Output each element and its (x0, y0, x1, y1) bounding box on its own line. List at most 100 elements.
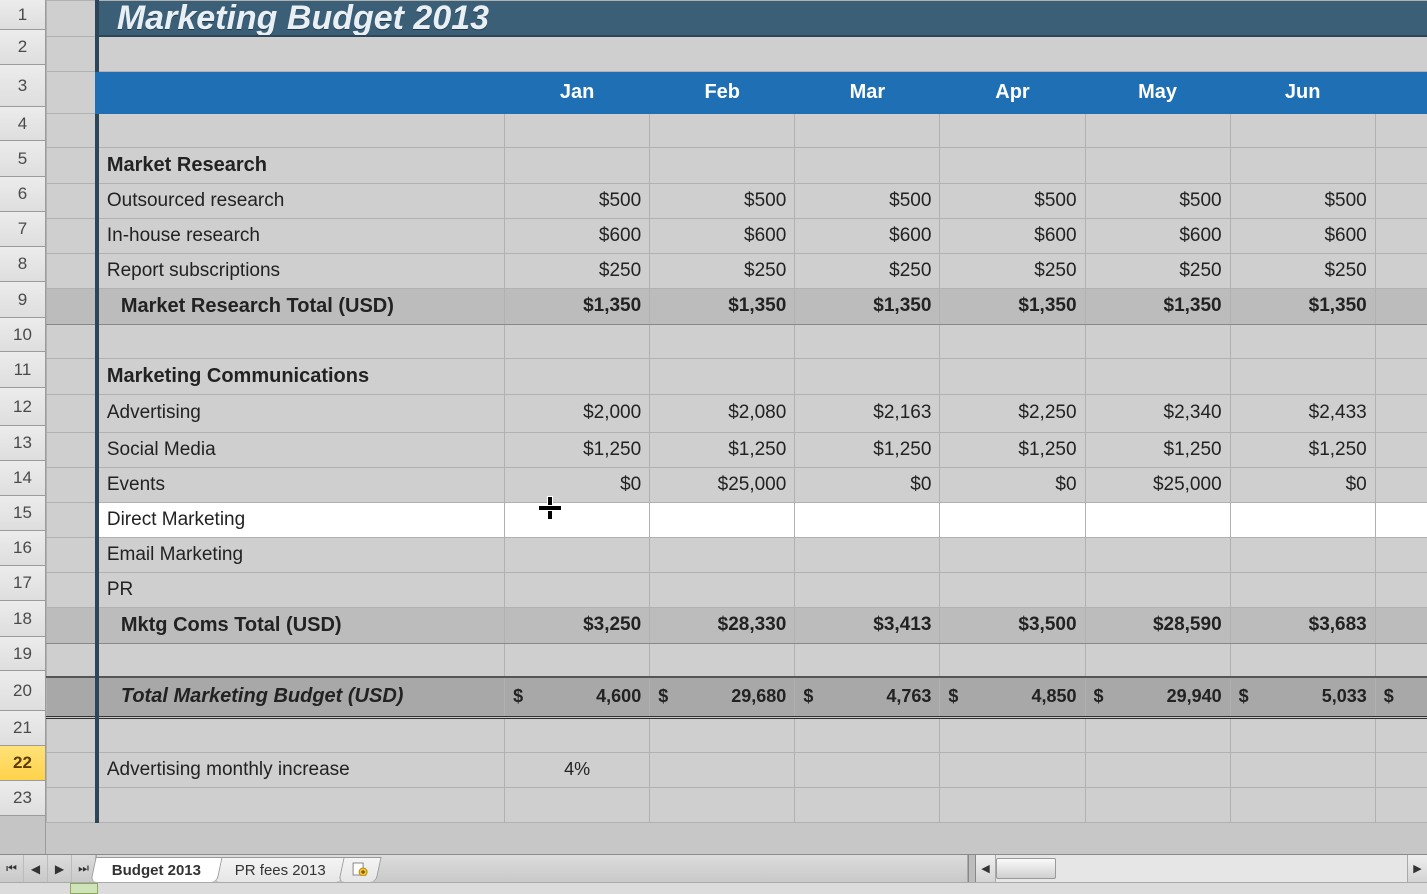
cell[interactable]: $600 (940, 218, 1085, 253)
cell[interactable]: $1,350 (505, 288, 650, 324)
cell[interactable] (650, 358, 795, 394)
cell[interactable] (97, 717, 505, 752)
row-header-9[interactable]: 9 (0, 282, 45, 318)
cell[interactable] (650, 643, 795, 677)
cell[interactable]: $1,350 (1230, 288, 1375, 324)
col-header-jul[interactable]: Jul (1375, 71, 1427, 113)
cell[interactable] (47, 677, 97, 717)
cell[interactable] (940, 752, 1085, 787)
cell[interactable] (505, 572, 650, 607)
cell[interactable]: $500 (795, 183, 940, 218)
cell[interactable] (505, 717, 650, 752)
row-header-12[interactable]: 12 (0, 388, 45, 426)
cell[interactable]: $250 (1230, 253, 1375, 288)
cell[interactable]: $0 (1230, 467, 1375, 502)
section-heading-market-research[interactable]: Market Research (97, 147, 505, 183)
cell[interactable]: $5,131 (1375, 677, 1427, 717)
cell[interactable] (1375, 572, 1427, 607)
cell[interactable] (1375, 787, 1427, 822)
active-cell[interactable] (505, 502, 650, 537)
cell[interactable]: $600 (650, 218, 795, 253)
cell[interactable] (97, 71, 505, 113)
col-header-may[interactable]: May (1085, 71, 1230, 113)
cell[interactable] (1230, 787, 1375, 822)
cell[interactable] (795, 752, 940, 787)
cell[interactable]: $500 (1230, 183, 1375, 218)
cell[interactable] (1085, 572, 1230, 607)
cell[interactable]: $1,350 (1375, 288, 1427, 324)
cell[interactable]: $28,590 (1085, 607, 1230, 643)
row-header-23[interactable]: 23 (0, 781, 45, 816)
cell[interactable] (940, 717, 1085, 752)
row-header-11[interactable]: 11 (0, 352, 45, 388)
cell[interactable] (47, 787, 97, 822)
hscroll-left-icon[interactable]: ◀ (976, 855, 996, 882)
col-header-jan[interactable]: Jan (505, 71, 650, 113)
cell[interactable] (47, 643, 97, 677)
cell[interactable] (650, 147, 795, 183)
cell[interactable]: $2,080 (650, 394, 795, 432)
row-label-outsourced[interactable]: Outsourced research (97, 183, 505, 218)
row-header-4[interactable]: 4 (0, 107, 45, 141)
tab-nav-first-icon[interactable]: ⏮ (0, 855, 24, 882)
cell[interactable] (650, 113, 795, 147)
row-header-15[interactable]: 15 (0, 496, 45, 531)
cell[interactable]: $25,000 (650, 467, 795, 502)
cell[interactable] (47, 752, 97, 787)
cell[interactable] (1085, 537, 1230, 572)
cell[interactable] (1230, 643, 1375, 677)
cell[interactable] (650, 502, 795, 537)
cell[interactable] (505, 537, 650, 572)
cell[interactable]: $250 (795, 253, 940, 288)
cell[interactable] (47, 537, 97, 572)
row-label-email-marketing[interactable]: Email Marketing (97, 537, 505, 572)
cell[interactable] (795, 572, 940, 607)
cell[interactable] (47, 36, 97, 71)
cell[interactable]: $600 (505, 218, 650, 253)
cell[interactable]: $250 (1375, 253, 1427, 288)
row-label-mr-total[interactable]: Market Research Total (USD) (97, 288, 505, 324)
spreadsheet-grid[interactable]: Marketing Budget 2013 Jan Feb Mar Apr Ma… (46, 0, 1427, 854)
cell[interactable] (1375, 147, 1427, 183)
cell[interactable] (1375, 358, 1427, 394)
cell[interactable]: $1,350 (795, 288, 940, 324)
cell[interactable] (1230, 113, 1375, 147)
col-header-apr[interactable]: Apr (940, 71, 1085, 113)
row-header-19[interactable]: 19 (0, 637, 45, 671)
row-header-3[interactable]: 3 (0, 65, 45, 107)
cell[interactable] (940, 537, 1085, 572)
row-header-10[interactable]: 10 (0, 318, 45, 352)
cell[interactable]: $1,250 (1085, 432, 1230, 467)
row-header-17[interactable]: 17 (0, 566, 45, 601)
cell[interactable]: $2,340 (1085, 394, 1230, 432)
cell[interactable]: $600 (1375, 218, 1427, 253)
cell[interactable] (505, 113, 650, 147)
cell[interactable]: $250 (1085, 253, 1230, 288)
cell[interactable] (940, 643, 1085, 677)
cell[interactable] (795, 502, 940, 537)
cell[interactable]: $0 (940, 467, 1085, 502)
cell[interactable] (97, 113, 505, 147)
cell[interactable] (1375, 502, 1427, 537)
cell[interactable]: $0 (795, 467, 940, 502)
cell[interactable] (47, 502, 97, 537)
cell[interactable] (940, 324, 1085, 358)
row-header-22[interactable]: 22 (0, 746, 45, 781)
cell[interactable] (795, 717, 940, 752)
sheet-title[interactable]: Marketing Budget 2013 (97, 1, 1427, 37)
cell[interactable] (940, 358, 1085, 394)
cell[interactable] (1230, 537, 1375, 572)
col-header-mar[interactable]: Mar (795, 71, 940, 113)
cell[interactable] (97, 36, 1427, 71)
row-label-direct-marketing[interactable]: Direct Marketing (97, 502, 505, 537)
cell[interactable]: $1,250 (1375, 432, 1427, 467)
cell[interactable] (795, 113, 940, 147)
cell[interactable] (940, 787, 1085, 822)
cell[interactable]: $4,850 (940, 677, 1085, 717)
cell[interactable] (505, 147, 650, 183)
row-label-inhouse[interactable]: In-house research (97, 218, 505, 253)
cell[interactable]: $3,500 (940, 607, 1085, 643)
cell[interactable] (1375, 752, 1427, 787)
cell[interactable] (940, 572, 1085, 607)
cell[interactable] (47, 288, 97, 324)
